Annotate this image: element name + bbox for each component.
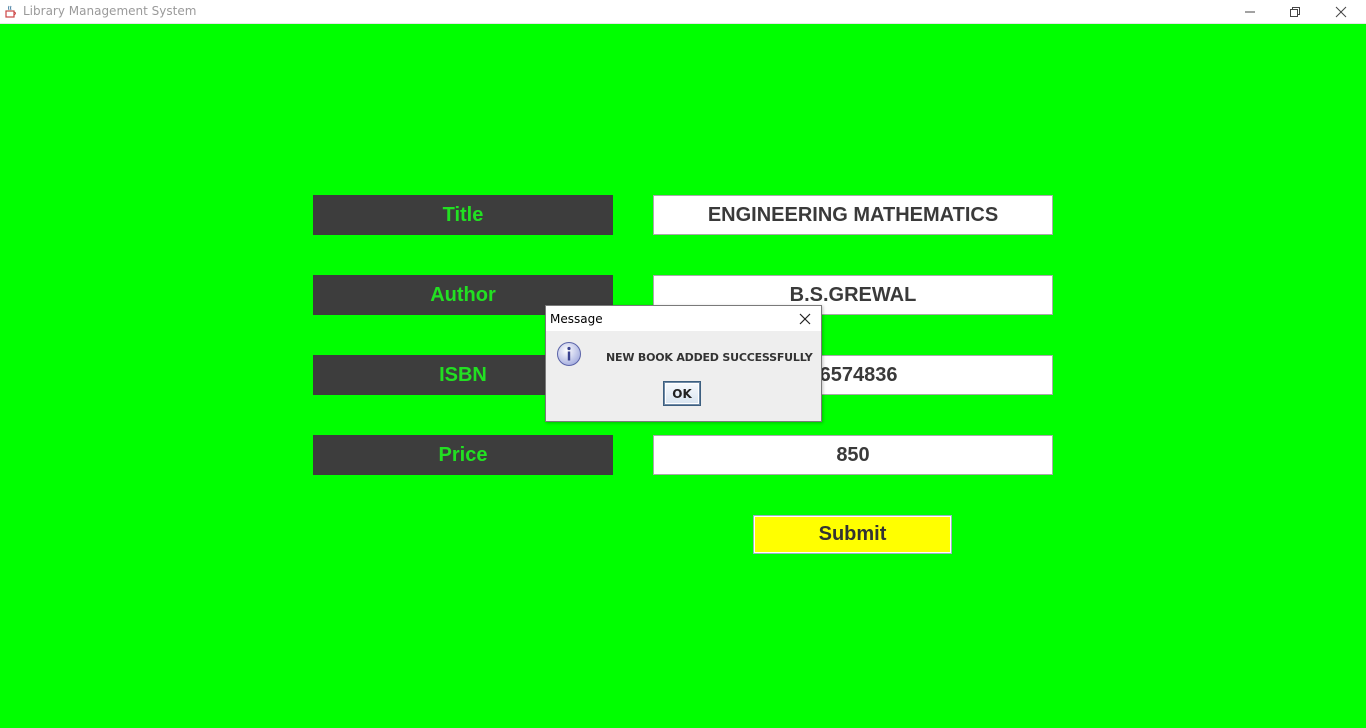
window-title: Library Management System: [23, 4, 197, 18]
message-dialog: Message NEW BOOK ADDED SUCCESSFULLY OK: [545, 305, 822, 422]
dialog-close-icon[interactable]: [798, 312, 812, 326]
submit-button[interactable]: Submit: [753, 515, 952, 554]
info-icon: [556, 341, 584, 369]
price-field[interactable]: 850: [653, 435, 1053, 475]
close-button[interactable]: [1318, 0, 1364, 23]
java-cup-icon: [4, 4, 18, 18]
title-field[interactable]: ENGINEERING MATHEMATICS: [653, 195, 1053, 235]
restore-icon: [1290, 6, 1300, 17]
close-icon: [1335, 6, 1347, 17]
dialog-titlebar[interactable]: Message: [546, 306, 821, 331]
minimize-icon: [1245, 11, 1255, 12]
dialog-message: NEW BOOK ADDED SUCCESSFULLY: [606, 351, 813, 364]
restore-button[interactable]: [1272, 0, 1318, 23]
window-titlebar[interactable]: Library Management System: [0, 0, 1366, 24]
dialog-title: Message: [550, 312, 603, 326]
ok-button[interactable]: OK: [664, 382, 700, 405]
price-label: Price: [313, 435, 613, 475]
title-label: Title: [313, 195, 613, 235]
minimize-button[interactable]: [1227, 0, 1273, 23]
